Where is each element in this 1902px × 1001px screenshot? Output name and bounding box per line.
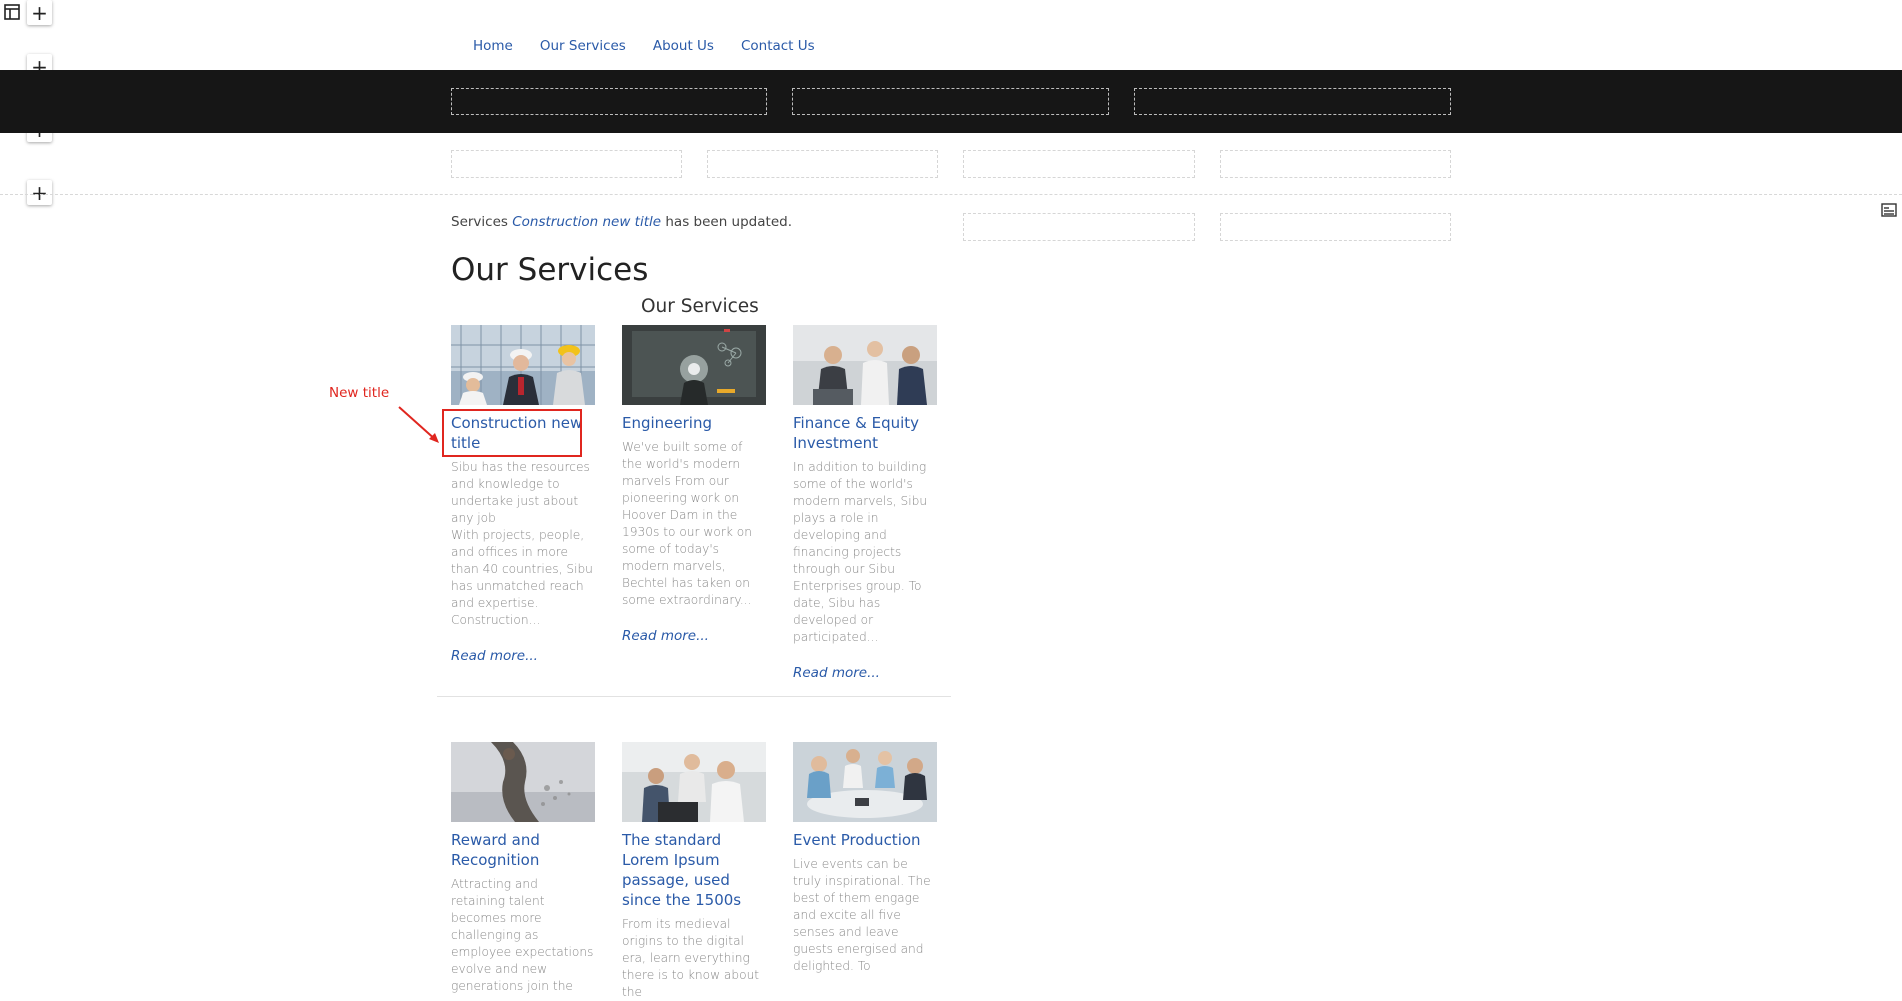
service-desc-event: Live events can be truly inspirational. … [793, 857, 931, 973]
service-desc-construction: Sibu has the resources and knowledge to … [451, 460, 593, 627]
nav-home[interactable]: Home [473, 38, 513, 54]
widget-placeholder-5[interactable] [963, 213, 1195, 241]
widget-placeholder-1[interactable] [451, 150, 682, 178]
widget-placeholder-6[interactable] [1220, 213, 1451, 241]
notice-item-link[interactable]: Construction new title [512, 214, 661, 230]
form-panel-icon[interactable] [1880, 201, 1898, 219]
band-placeholder-3[interactable] [1134, 88, 1451, 115]
annotation-label: New title [329, 385, 390, 401]
service-image-reward[interactable] [451, 742, 595, 822]
main-nav: Home Our Services About Us Contact Us [473, 38, 842, 54]
read-more-link[interactable]: Read more... [622, 628, 766, 644]
band-placeholder-1[interactable] [451, 88, 767, 115]
nav-contact-us[interactable]: Contact Us [741, 38, 815, 54]
add-section-button-content[interactable]: + [27, 180, 52, 205]
section-title: Our Services [641, 296, 759, 317]
page-title: Our Services [451, 252, 649, 288]
service-card: Reward and Recognition Attracting and re… [451, 742, 595, 995]
notice-suffix: has been updated. [665, 214, 792, 230]
service-image-lorem[interactable] [622, 742, 766, 822]
service-card: Engineering We've built some of the worl… [622, 325, 766, 644]
update-notice: Services Construction new title has been… [451, 214, 792, 230]
widget-placeholder-3[interactable] [963, 150, 1195, 178]
service-title-finance[interactable]: Finance & Equity Investment [793, 413, 937, 453]
service-title-engineering[interactable]: Engineering [622, 413, 766, 433]
section-guide-line [0, 194, 1902, 195]
service-card: Finance & Equity Investment In addition … [793, 325, 937, 681]
service-image-construction[interactable] [451, 325, 595, 405]
widget-placeholder-4[interactable] [1220, 150, 1451, 178]
notice-prefix: Services [451, 214, 508, 230]
service-title-lorem[interactable]: The standard Lorem Ipsum passage, used s… [622, 830, 766, 910]
service-card: The standard Lorem Ipsum passage, used s… [622, 742, 766, 1001]
service-title-event[interactable]: Event Production [793, 830, 937, 850]
nav-about-us[interactable]: About Us [653, 38, 714, 54]
service-desc-lorem: From its medieval origins to the digital… [622, 917, 760, 999]
row-divider [437, 696, 951, 697]
service-desc-engineering: We've built some of the world's modern m… [622, 440, 752, 607]
add-section-button-top[interactable]: + [27, 0, 52, 25]
nav-our-services[interactable]: Our Services [540, 38, 626, 54]
band-placeholder-2[interactable] [792, 88, 1109, 115]
service-card: Event Production Live events can be trul… [793, 742, 937, 975]
read-more-link[interactable]: Read more... [793, 665, 937, 681]
service-desc-finance: In addition to building some of the worl… [793, 460, 928, 644]
widget-placeholder-2[interactable] [707, 150, 938, 178]
layout-icon[interactable] [3, 3, 21, 21]
annotation-highlight-box [442, 409, 582, 457]
service-image-finance[interactable] [793, 325, 937, 405]
service-card: Construction new title Sibu has the reso… [451, 325, 595, 664]
service-title-reward[interactable]: Reward and Recognition [451, 830, 595, 870]
service-image-engineering[interactable] [622, 325, 766, 405]
service-image-event[interactable] [793, 742, 937, 822]
read-more-link[interactable]: Read more... [451, 648, 595, 664]
service-desc-reward: Attracting and retaining talent becomes … [451, 877, 594, 993]
annotation-arrow-icon [398, 406, 439, 443]
